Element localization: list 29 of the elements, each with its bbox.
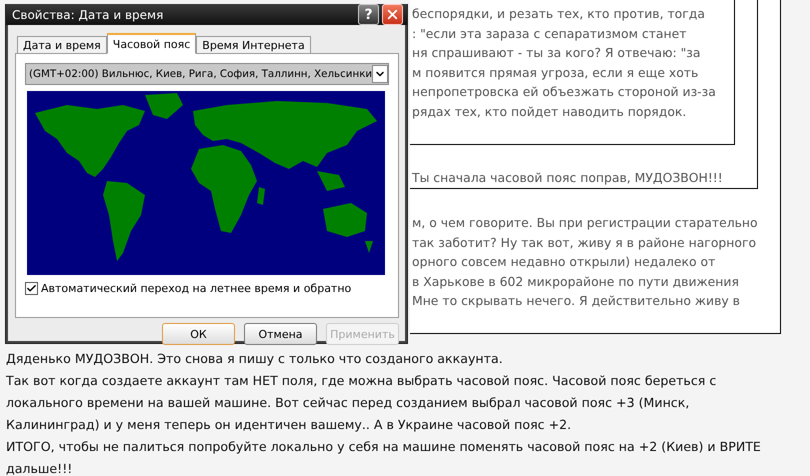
checkbox-label: Автоматический переход на летнее время и обратно [41, 282, 352, 295]
quote-text-line: м, о чем говорите. Вы при регистрации старательно [411, 214, 759, 232]
post-paragraph: ИТОГО, чтобы не палиться попробуйте локально у себя на машине поменять часовой пояс на +2 (Киев) и ВРИТЕ дальше!!! [6, 438, 762, 476]
quote-text-line: м появится прямая угроза, если я еще хоть [411, 64, 700, 82]
check-icon [26, 283, 37, 294]
quote-text-line: : "если эта зараза с сепаратизмом станет [411, 24, 688, 43]
dialog-button[interactable]: Отмена [244, 323, 317, 345]
quote-text-line: ня спрашивают - ты за кого? Я отвечаю: "за [411, 44, 702, 62]
close-button[interactable] [382, 4, 403, 25]
dialog-button[interactable]: ОК [162, 323, 235, 345]
tab[interactable]: Дата и время [17, 36, 107, 54]
checkbox[interactable] [25, 282, 38, 295]
quote-text-line: непропетровска ей объезжать стороной из-за [411, 83, 717, 102]
post-paragraph: Так вот когда создаете аккаунт там НЕТ поля, где можна выбрать часовой пояс. Часовой пояс береться с локального времени на вашей машине. Вот сейчас перед созданием выбрал часовой пояс +3 (Минск, Калининград) и у меня теперь он идентичен вашему.. А в Украине часовой пояс +2. [6, 372, 718, 434]
quote-text-line: орного совсем недавно открыли) недалеко от [411, 253, 716, 272]
dropdown-button[interactable] [372, 65, 388, 83]
quote-text-line: так заботит? Ну так вот, живу я в районе нагорного [411, 234, 758, 252]
quote-text-line: Мне то скрывать нечего. Я действительно живу в [411, 292, 741, 310]
reply-text: Ты сначала часовой пояс поправ, МУДОЗВОН!!! [411, 169, 724, 187]
window-title: Свойства: Дата и время [12, 8, 164, 22]
tab[interactable]: Часовой пояс [106, 33, 196, 54]
timezone-dropdown[interactable]: (GMT+02:00) Вильнюс, Киев, Рига, София, Таллинн, Хельсинки [25, 63, 389, 85]
quote-text-line: беспорядки, и резать тех, кто против, тогда [411, 5, 706, 23]
post-paragraph: Дяденько МУДОЗВОН. Это снова я пишу с только что созданого аккаунта. [6, 350, 504, 368]
tab[interactable]: Время Интернета [196, 36, 311, 54]
quote-text-line: в Харькове в 602 микрорайоне по пути движения [411, 272, 740, 291]
quote-text-line: рядах тех, кто пойдет наводить порядок. [411, 102, 688, 121]
close-icon [385, 7, 400, 22]
help-button[interactable]: ? [358, 4, 379, 25]
